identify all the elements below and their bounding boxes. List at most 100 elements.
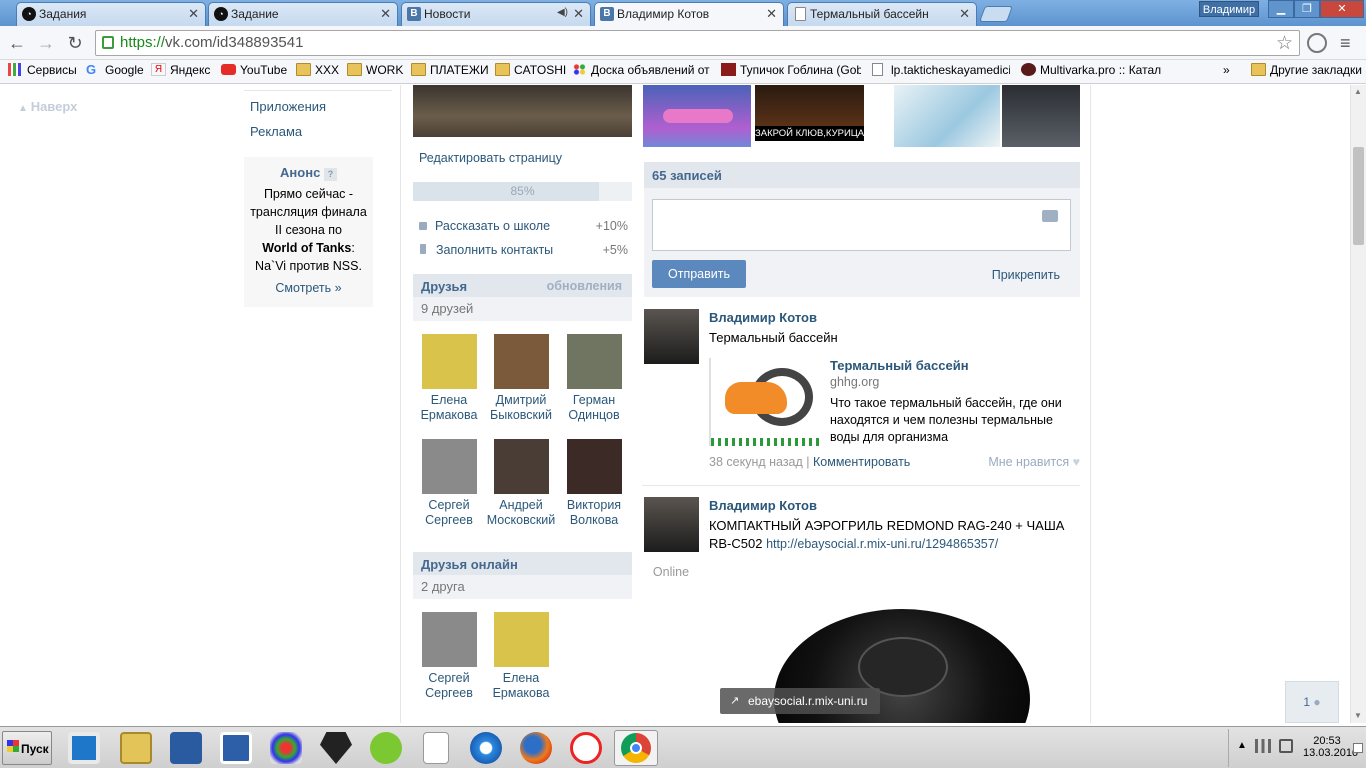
bookmark-google[interactable]: G Google <box>86 62 144 77</box>
messages-widget[interactable]: 1 ● <box>1285 681 1339 723</box>
close-icon[interactable]: ✕ <box>573 6 584 22</box>
friends-updates-link[interactable]: обновления <box>547 279 622 293</box>
tab-termalny-basseyn[interactable]: Термальный бассейн ✕ <box>787 2 977 26</box>
scroll-down-icon[interactable]: ▼ <box>1354 711 1362 720</box>
menu-icon[interactable]: ≡ <box>1340 33 1351 54</box>
wall-photo[interactable]: ЗАКРОЙ КЛЮВ,КУРИЦА <box>755 85 864 141</box>
bookmark-youtube[interactable]: YouTube <box>221 63 287 77</box>
explorer-folder-icon[interactable] <box>120 732 152 764</box>
post-time[interactable]: 38 секунд назад <box>709 455 803 469</box>
reload-icon[interactable]: ↻ <box>64 32 86 54</box>
friends-count[interactable]: 9 друзей <box>413 297 632 321</box>
close-icon[interactable]: ✕ <box>766 6 777 22</box>
tab-zadanie[interactable]: ◔ Задание ✕ <box>208 2 398 26</box>
page-scrollbar[interactable]: ▲ ▼ <box>1350 85 1366 723</box>
scroll-up-icon[interactable]: ▲ <box>1354 87 1362 96</box>
action-center-icon[interactable] <box>1353 743 1363 753</box>
media-player-icon[interactable] <box>68 732 100 764</box>
tray-expand-icon[interactable]: ▲ <box>1237 740 1247 751</box>
online-friend-item[interactable]: Сергей Сергеев <box>413 612 485 701</box>
tab-novosti[interactable]: B Новости ◀) ✕ <box>401 2 591 26</box>
post-author-name[interactable]: Владимир Котов <box>709 310 817 325</box>
link-preview-title[interactable]: Термальный бассейн <box>830 358 969 373</box>
task-tell-about-school[interactable]: Рассказать о школе +10% <box>419 219 628 233</box>
comment-link[interactable]: Комментировать <box>813 455 910 469</box>
forward-icon[interactable]: → <box>35 32 57 54</box>
network-signal-icon[interactable] <box>1255 739 1271 753</box>
close-icon[interactable]: ✕ <box>959 6 970 22</box>
attach-link[interactable]: Прикрепить <box>992 268 1060 282</box>
tab-vladimir-kotov[interactable]: B Владимир Котов ✕ <box>594 2 784 27</box>
online-friends-count[interactable]: 2 друга <box>413 575 632 599</box>
bookmark-folder-catoshi[interactable]: CATOSHI <box>495 63 566 77</box>
announcement-watch-link[interactable]: Смотреть » <box>244 281 373 295</box>
post-author-avatar[interactable] <box>644 309 699 364</box>
bookmark-folder-xxx[interactable]: XXX <box>296 63 339 77</box>
online-friend-item[interactable]: Елена Ермакова <box>485 612 557 701</box>
blank-document-icon[interactable] <box>423 732 449 764</box>
internet-explorer-icon[interactable] <box>470 732 502 764</box>
wall-photo[interactable] <box>894 85 1000 147</box>
friend-item[interactable]: Андрей Московский <box>485 439 557 528</box>
scrollbar-thumb[interactable] <box>1353 147 1364 245</box>
minimize-button[interactable]: ▁ <box>1268 0 1294 18</box>
yandex-browser-icon[interactable] <box>570 732 602 764</box>
bookmark-doska[interactable]: Доска объявлений от ч <box>572 63 710 77</box>
chrome-taskbar-button[interactable] <box>614 730 658 766</box>
maximize-button[interactable]: ❐ <box>1294 0 1320 18</box>
like-button[interactable]: Мне нравится ♥ <box>988 455 1080 469</box>
send-button[interactable]: Отправить <box>652 260 746 288</box>
friend-item[interactable]: Елена Ермакова <box>413 334 485 423</box>
menu-apps-link[interactable]: Приложения <box>250 99 326 114</box>
close-icon[interactable]: ✕ <box>380 6 391 22</box>
friends-header[interactable]: Друзья обновления <box>413 274 632 298</box>
speaker-icon[interactable]: ◀) <box>557 7 568 18</box>
bookmark-goblin[interactable]: Тупичок Гоблина (Gobl <box>721 63 861 77</box>
wall-photo[interactable] <box>1002 85 1080 147</box>
friend-item[interactable]: Виктория Волкова <box>558 439 630 528</box>
online-friends-header[interactable]: Друзья онлайн <box>413 552 632 576</box>
bookmark-star-icon[interactable]: ☆ <box>1276 32 1293 55</box>
window-close-button[interactable]: ✕ <box>1320 0 1364 18</box>
post-author-avatar[interactable] <box>644 497 699 552</box>
wall-posts-count[interactable]: 65 записей <box>644 162 1080 188</box>
profile-button[interactable]: Владимир <box>1199 1 1259 17</box>
start-button[interactable]: Пуск <box>2 731 52 765</box>
task-fill-contacts[interactable]: Заполнить контакты +5% <box>419 243 628 257</box>
globe-icon[interactable] <box>1307 33 1327 53</box>
friend-item[interactable]: Герман Одинцов <box>558 334 630 423</box>
wall-post-input[interactable] <box>652 199 1071 251</box>
scroll-to-top-button[interactable]: ▲ Наверх <box>18 99 77 114</box>
help-icon[interactable]: ? <box>323 168 337 181</box>
computer-icon[interactable] <box>170 732 202 764</box>
bookmark-overflow-button[interactable]: » <box>1205 63 1230 77</box>
link-preview-image[interactable] <box>709 358 819 446</box>
menu-ads-link[interactable]: Реклама <box>250 124 302 139</box>
new-tab-button[interactable] <box>979 6 1013 22</box>
profile-photo[interactable] <box>413 85 632 137</box>
address-bar[interactable]: https://vk.com/id348893541 ☆ <box>95 30 1300 56</box>
tab-zadaniya[interactable]: ◔ Задания ✕ <box>16 2 206 26</box>
bookmark-folder-platezhi[interactable]: ПЛАТЕЖИ <box>411 63 489 77</box>
post-author-name[interactable]: Владимир Котов <box>709 498 817 513</box>
world-of-tanks-icon[interactable] <box>320 732 352 764</box>
camera-icon[interactable] <box>1042 210 1058 222</box>
bookmark-lp[interactable]: lp.takticheskayamedicina <box>872 63 1010 77</box>
friend-item[interactable]: Сергей Сергеев <box>413 439 485 528</box>
volume-icon[interactable] <box>1279 739 1293 753</box>
edit-page-link[interactable]: Редактировать страницу <box>419 151 562 165</box>
add-green-icon[interactable] <box>370 732 402 764</box>
link-preview-domain[interactable]: ghhg.org <box>830 375 879 389</box>
wall-photo[interactable] <box>643 85 751 147</box>
bookmark-multivarka[interactable]: Multivarka.pro :: Катал <box>1021 63 1161 77</box>
clock[interactable]: 20:53 13.03.2016 <box>1303 735 1358 759</box>
close-icon[interactable]: ✕ <box>188 6 199 22</box>
bookmark-other[interactable]: Другие закладки <box>1251 63 1362 77</box>
post-link[interactable]: http://ebaysocial.r.mix-uni.ru/129486535… <box>766 537 998 551</box>
word-icon[interactable] <box>220 732 252 764</box>
bookmark-folder-work[interactable]: WORK <box>347 63 403 77</box>
friend-item[interactable]: Дмитрий Быковский <box>485 334 557 423</box>
bookmark-yandex[interactable]: Я Яндекс <box>151 63 210 77</box>
back-icon[interactable]: ← <box>6 32 28 54</box>
firefox-icon[interactable] <box>520 732 552 764</box>
